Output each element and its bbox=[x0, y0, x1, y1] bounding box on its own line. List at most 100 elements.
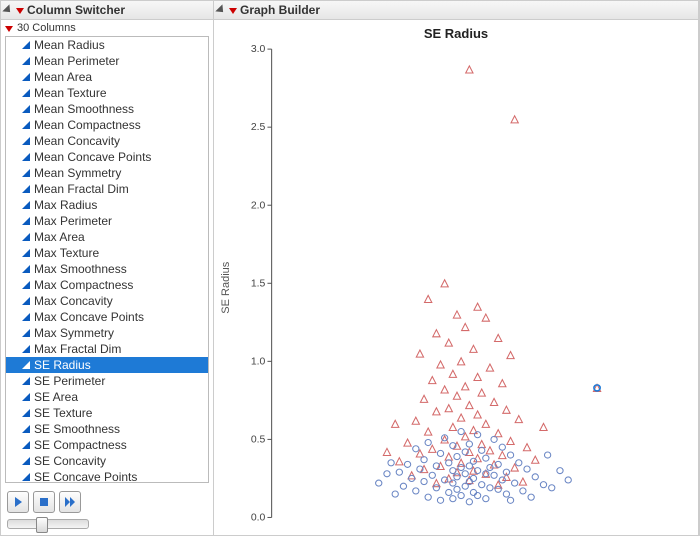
continuous-column-icon bbox=[22, 313, 30, 321]
column-item[interactable]: Max Texture bbox=[6, 245, 208, 261]
svg-text:1.5: 1.5 bbox=[251, 278, 266, 289]
continuous-column-icon bbox=[22, 265, 30, 273]
continuous-column-icon bbox=[22, 409, 30, 417]
play-button[interactable] bbox=[7, 491, 29, 513]
column-label: Mean Area bbox=[34, 70, 92, 84]
column-label: SE Texture bbox=[34, 406, 92, 420]
column-item[interactable]: Mean Radius bbox=[6, 37, 208, 53]
column-label: Max Concavity bbox=[34, 294, 113, 308]
column-item[interactable]: SE Texture bbox=[6, 405, 208, 421]
continuous-column-icon bbox=[22, 73, 30, 81]
column-item[interactable]: Max Radius bbox=[6, 197, 208, 213]
continuous-column-icon bbox=[22, 201, 30, 209]
continuous-column-icon bbox=[22, 393, 30, 401]
column-item[interactable]: Max Perimeter bbox=[6, 213, 208, 229]
continuous-column-icon bbox=[22, 137, 30, 145]
scatter-plot[interactable]: 0.00.51.01.52.02.53.0 bbox=[234, 43, 694, 532]
y-axis-label: SE Radius bbox=[218, 43, 234, 532]
play-icon bbox=[15, 497, 22, 507]
column-label: Max Smoothness bbox=[34, 262, 127, 276]
column-label: Mean Symmetry bbox=[34, 166, 121, 180]
column-item[interactable]: Mean Texture bbox=[6, 85, 208, 101]
slider-thumb[interactable] bbox=[36, 517, 48, 533]
column-item[interactable]: SE Area bbox=[6, 389, 208, 405]
forward-button[interactable] bbox=[59, 491, 81, 513]
column-label: Mean Concavity bbox=[34, 134, 120, 148]
column-label: Mean Smoothness bbox=[34, 102, 134, 116]
column-label: Mean Radius bbox=[34, 38, 105, 52]
continuous-column-icon bbox=[22, 57, 30, 65]
column-label: Mean Fractal Dim bbox=[34, 182, 129, 196]
column-item[interactable]: SE Smoothness bbox=[6, 421, 208, 437]
column-item[interactable]: Max Symmetry bbox=[6, 325, 208, 341]
graph-builder-panel: Graph Builder SE Radius SE Radius 0.00.5… bbox=[214, 1, 699, 535]
stop-icon bbox=[40, 498, 48, 506]
continuous-column-icon bbox=[22, 425, 30, 433]
continuous-column-icon bbox=[22, 185, 30, 193]
column-item[interactable]: Max Fractal Dim bbox=[6, 341, 208, 357]
dropdown-icon[interactable] bbox=[5, 24, 13, 32]
column-item[interactable]: SE Concave Points bbox=[6, 469, 208, 483]
continuous-column-icon bbox=[22, 217, 30, 225]
column-item[interactable]: Max Compactness bbox=[6, 277, 208, 293]
dropdown-icon[interactable] bbox=[229, 6, 237, 14]
column-item[interactable]: Mean Compactness bbox=[6, 117, 208, 133]
column-switcher-panel: Column Switcher 30 Columns Mean RadiusMe… bbox=[1, 1, 214, 535]
column-label: SE Concave Points bbox=[34, 470, 137, 483]
continuous-column-icon bbox=[22, 41, 30, 49]
continuous-column-icon bbox=[22, 473, 30, 481]
column-label: SE Radius bbox=[34, 358, 91, 372]
column-item[interactable]: Mean Fractal Dim bbox=[6, 181, 208, 197]
column-label: Max Concave Points bbox=[34, 310, 144, 324]
column-label: Max Perimeter bbox=[34, 214, 112, 228]
column-item[interactable]: Max Concavity bbox=[6, 293, 208, 309]
column-item[interactable]: SE Concavity bbox=[6, 453, 208, 469]
continuous-column-icon bbox=[22, 329, 30, 337]
continuous-column-icon bbox=[22, 297, 30, 305]
column-item[interactable]: Mean Perimeter bbox=[6, 53, 208, 69]
chart-area: SE Radius SE Radius 0.00.51.01.52.02.53.… bbox=[214, 20, 698, 536]
column-item[interactable]: Mean Area bbox=[6, 69, 208, 85]
columns-count-row[interactable]: 30 Columns bbox=[1, 20, 213, 36]
continuous-column-icon bbox=[22, 233, 30, 241]
continuous-column-icon bbox=[22, 281, 30, 289]
column-item[interactable]: SE Perimeter bbox=[6, 373, 208, 389]
svg-text:2.0: 2.0 bbox=[251, 200, 266, 211]
continuous-column-icon bbox=[22, 441, 30, 449]
column-label: SE Smoothness bbox=[34, 422, 120, 436]
column-item[interactable]: Mean Symmetry bbox=[6, 165, 208, 181]
disclosure-icon bbox=[215, 4, 226, 15]
column-label: SE Perimeter bbox=[34, 374, 105, 388]
column-label: Mean Perimeter bbox=[34, 54, 119, 68]
column-list[interactable]: Mean Radius Mean Perimeter Mean Area Mean T… bbox=[5, 36, 209, 483]
disclosure-icon bbox=[2, 4, 13, 15]
column-label: Mean Concave Points bbox=[34, 150, 151, 164]
column-switcher-header[interactable]: Column Switcher bbox=[1, 1, 213, 20]
graph-builder-header[interactable]: Graph Builder bbox=[214, 1, 698, 20]
forward-icon bbox=[65, 497, 75, 507]
column-label: Max Symmetry bbox=[34, 326, 114, 340]
stop-button[interactable] bbox=[33, 491, 55, 513]
column-item[interactable]: SE Radius bbox=[6, 357, 208, 373]
column-item[interactable]: Max Concave Points bbox=[6, 309, 208, 325]
column-label: Mean Texture bbox=[34, 86, 107, 100]
column-label: Mean Compactness bbox=[34, 118, 141, 132]
svg-text:0.5: 0.5 bbox=[251, 435, 266, 446]
column-label: Max Fractal Dim bbox=[34, 342, 121, 356]
column-label: SE Concavity bbox=[34, 454, 106, 468]
svg-text:3.0: 3.0 bbox=[251, 44, 266, 55]
column-item[interactable]: Max Smoothness bbox=[6, 261, 208, 277]
continuous-column-icon bbox=[22, 89, 30, 97]
speed-slider[interactable] bbox=[1, 517, 213, 535]
dropdown-icon[interactable] bbox=[16, 6, 24, 14]
slider-track[interactable] bbox=[7, 519, 89, 529]
continuous-column-icon bbox=[22, 249, 30, 257]
continuous-column-icon bbox=[22, 377, 30, 385]
column-item[interactable]: Max Area bbox=[6, 229, 208, 245]
column-item[interactable]: Mean Concavity bbox=[6, 133, 208, 149]
graph-builder-title: Graph Builder bbox=[240, 3, 320, 17]
column-item[interactable]: Mean Smoothness bbox=[6, 101, 208, 117]
column-item[interactable]: SE Compactness bbox=[6, 437, 208, 453]
continuous-column-icon bbox=[22, 457, 30, 465]
column-item[interactable]: Mean Concave Points bbox=[6, 149, 208, 165]
